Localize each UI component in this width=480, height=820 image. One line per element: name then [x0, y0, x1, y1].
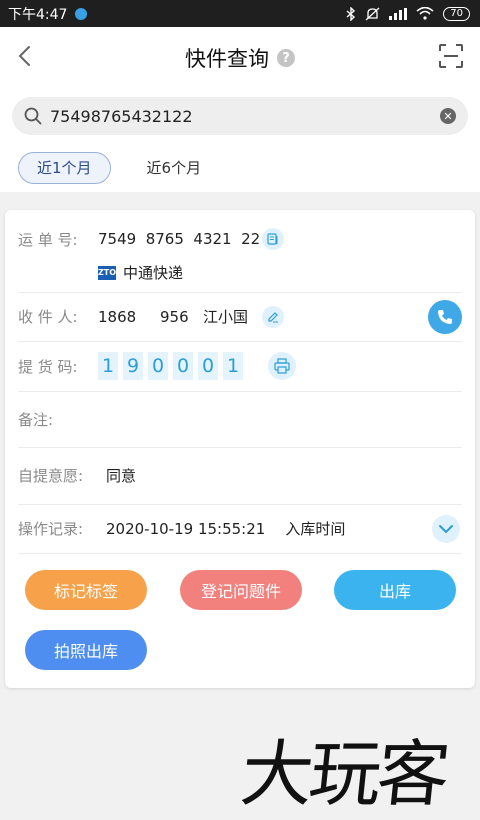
tab-1-month[interactable]: 近1个月: [18, 152, 111, 184]
recipient-value: 1868 956 江小国: [98, 308, 248, 326]
self-pickup-label: 自提意愿:: [18, 467, 84, 485]
waybill-label: 运 单 号:: [18, 230, 78, 249]
edit-icon: [268, 311, 278, 322]
waybill-number: 7549 8765 4321 22: [98, 230, 261, 248]
operation-desc: 入库时间: [285, 520, 346, 538]
date-range-tabs: 近1个月 近6个月: [18, 152, 219, 184]
edit-recipient-button[interactable]: [261, 305, 284, 328]
status-left: 下午4:47: [8, 4, 88, 24]
operation-record-label: 操作记录:: [18, 520, 84, 538]
self-pickup-value: 同意: [106, 467, 137, 485]
parcel-card: 运 单 号: 7549 8765 4321 22 ZTO 中通快递 收 件 人:…: [5, 210, 475, 688]
remark-row: 备注:: [18, 391, 462, 448]
courier-info: ZTO 中通快递: [98, 262, 183, 283]
status-bar: 下午4:47 70: [0, 0, 480, 27]
copy-button[interactable]: [262, 228, 285, 250]
header: 快件查询 ? ✕ 近1个月 近6个月: [0, 27, 480, 192]
bluetooth-icon: [346, 6, 356, 21]
pickup-code: 1 9 0 0 0 1: [98, 352, 248, 380]
operation-time: 2020-10-19 15:55:21: [106, 519, 266, 538]
print-button[interactable]: [268, 352, 296, 380]
self-pickup-row: 自提意愿: 同意: [18, 447, 462, 505]
register-problem-button[interactable]: 登记问题件: [180, 570, 302, 610]
search-input[interactable]: [48, 105, 440, 127]
copy-icon: [267, 233, 278, 245]
tab-6-months[interactable]: 近6个月: [129, 152, 220, 184]
courier-name: 中通快递: [123, 264, 184, 282]
signal-icon: [389, 7, 408, 20]
photo-checkout-button[interactable]: 拍照出库: [25, 630, 147, 670]
search-icon: [24, 107, 42, 125]
chevron-down-icon: [439, 524, 453, 533]
phone-icon: [438, 309, 452, 324]
expand-records-button[interactable]: [432, 514, 460, 543]
recipient-label: 收 件 人:: [18, 308, 78, 326]
mark-label-button[interactable]: 标记标签: [25, 570, 147, 610]
search-bar: ✕: [12, 97, 468, 135]
status-time: 下午4:47: [8, 6, 68, 23]
operation-record-row: 操作记录: 2020-10-19 15:55:21 入库时间: [18, 504, 462, 554]
pickup-code-digit: 0: [148, 352, 168, 380]
pickup-code-digit: 0: [173, 352, 193, 380]
recipient-row: 收 件 人: 1868 956 江小国: [18, 292, 462, 342]
mute-icon: [365, 7, 380, 20]
pickup-code-digit: 0: [198, 352, 218, 380]
watermark: 大玩客: [236, 732, 450, 816]
remark-label: 备注:: [18, 410, 54, 429]
status-right: 70: [346, 6, 470, 21]
scan-icon: [439, 44, 463, 68]
pickup-code-digit: 1: [223, 352, 243, 380]
page-title: 快件查询: [185, 47, 269, 71]
checkout-button[interactable]: 出库: [334, 570, 456, 610]
wifi-icon: [416, 7, 434, 20]
page-title-area: 快件查询 ?: [0, 43, 480, 73]
clear-icon[interactable]: ✕: [440, 108, 456, 124]
battery-icon: 70: [443, 6, 470, 21]
help-icon[interactable]: ?: [277, 49, 295, 67]
courier-logo: ZTO: [98, 265, 116, 280]
waybill-row: 运 单 号: 7549 8765 4321 22 ZTO 中通快递: [18, 220, 462, 293]
pickup-code-digit: 1: [98, 352, 118, 380]
call-button[interactable]: [428, 299, 462, 334]
pickup-code-label: 提 货 码:: [18, 357, 78, 376]
printer-icon: [274, 358, 290, 374]
pickup-code-row: 提 货 码: 1 9 0 0 0 1: [18, 341, 462, 392]
app-notification-icon: [75, 7, 88, 20]
pickup-code-digit: 9: [123, 352, 143, 380]
scan-button[interactable]: [438, 43, 464, 69]
